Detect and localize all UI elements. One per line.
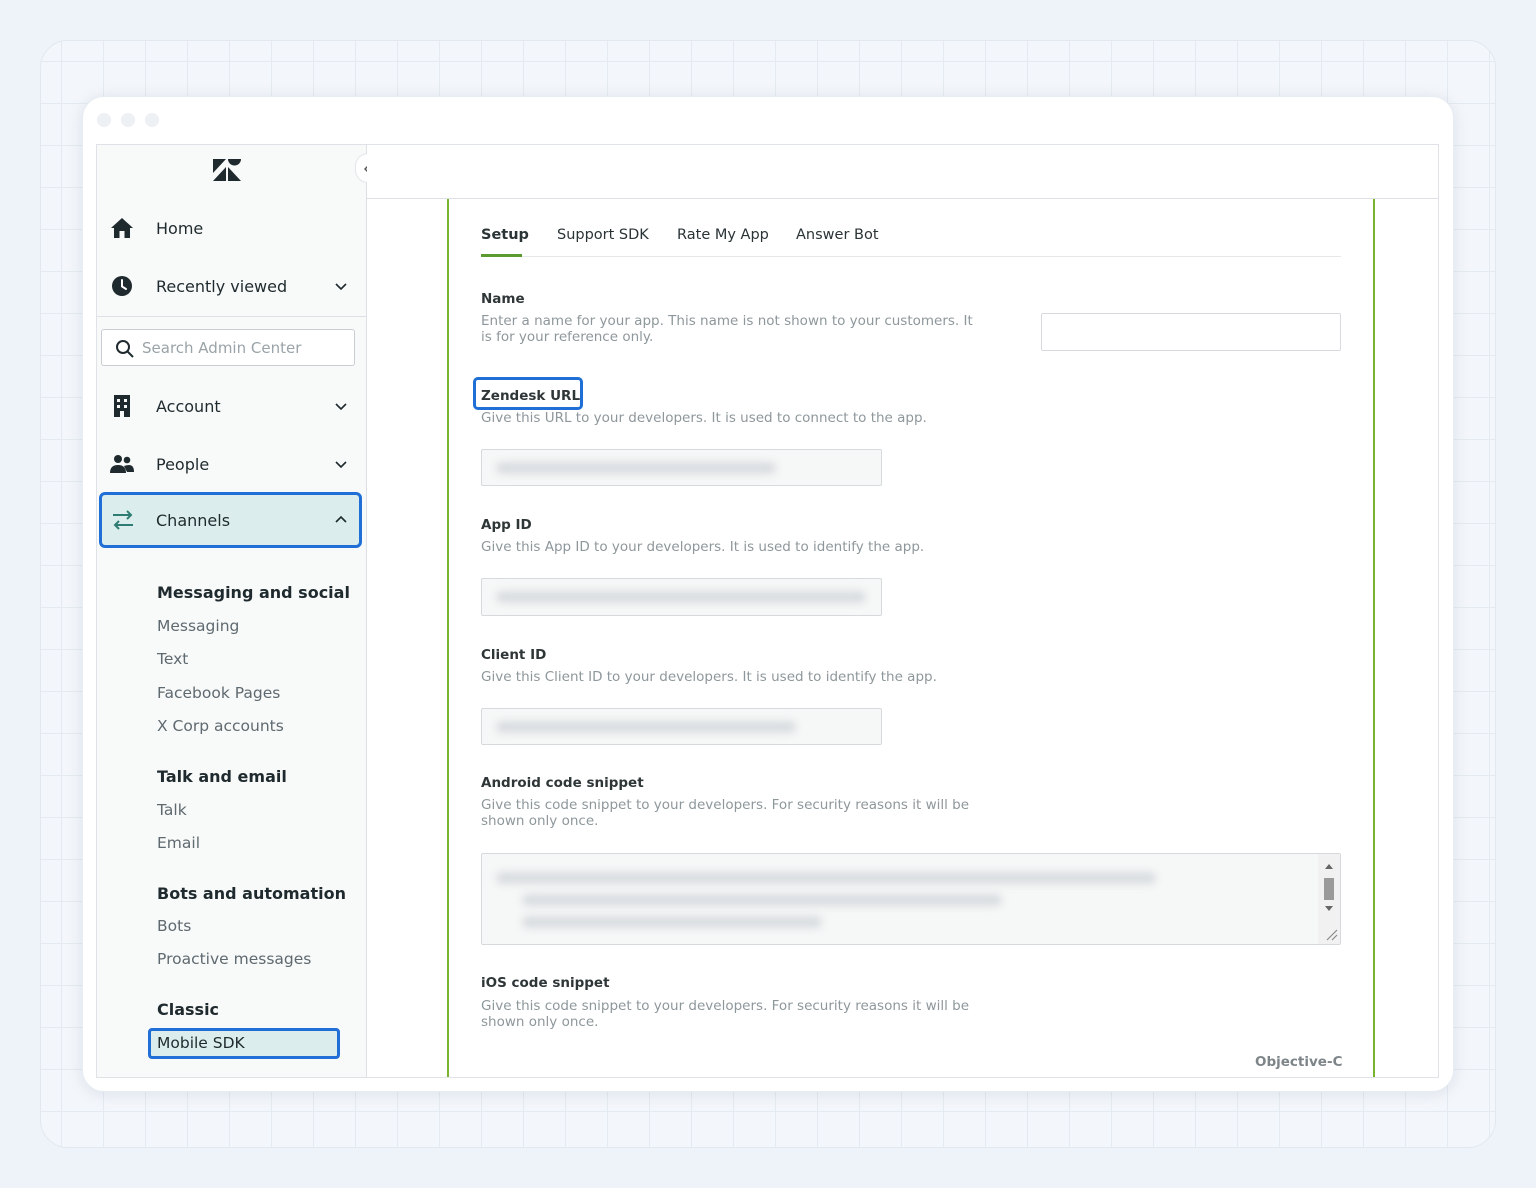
redacted-value (522, 916, 822, 928)
mobile-sdk-settings-panel: Setup Support SDK Rate My App Answer Bot… (447, 199, 1375, 1077)
scrollbar-arrows-icon (1324, 864, 1338, 941)
sidebar-item-label: People (156, 454, 210, 474)
tab-answer-bot[interactable]: Answer Bot (796, 227, 879, 243)
submenu-item-talk[interactable]: Talk (157, 801, 187, 819)
redacted-value (496, 721, 796, 733)
sidebar-item-label: Home (156, 218, 204, 238)
textarea-scrollbar[interactable] (1318, 854, 1340, 944)
submenu-item-proactive-messages[interactable]: Proactive messages (157, 950, 311, 968)
app-id-help-text: Give this App ID to your developers. It … (481, 539, 925, 555)
chevron-down-icon (335, 461, 347, 469)
window-maximize-dot[interactable] (145, 113, 159, 127)
sidebar-item-label: Recently viewed (156, 276, 288, 296)
submenu-item-x-corp-accounts[interactable]: X Corp accounts (157, 717, 284, 735)
window-close-dot[interactable] (97, 113, 111, 127)
sidebar-item-label: Account (156, 396, 221, 416)
submenu-item-messaging[interactable]: Messaging (157, 617, 239, 635)
sidebar-item-people[interactable]: People (97, 435, 367, 493)
zendesk-logo-icon[interactable] (211, 157, 243, 183)
sidebar-item-home[interactable]: Home (97, 199, 367, 257)
tab-bar: Setup Support SDK Rate My App Answer Bot (481, 223, 1341, 257)
search-input[interactable] (142, 334, 347, 361)
search-box (101, 329, 355, 366)
app-id-label: App ID (481, 517, 532, 533)
active-tab-indicator (481, 254, 522, 257)
home-icon (111, 218, 133, 238)
sidebar-item-label: Channels (156, 510, 231, 530)
admin-center-app: Home Recently viewed Search Admin Center… (96, 144, 1439, 1078)
tab-setup[interactable]: Setup (481, 227, 529, 243)
ios-snippet-help-text: Give this code snippet to your developer… (481, 998, 970, 1030)
window-minimize-dot[interactable] (121, 113, 135, 127)
submenu-item-text[interactable]: Text (157, 650, 188, 668)
transfer-arrows-icon (113, 510, 133, 530)
sidebar: Home Recently viewed Search Admin Center… (97, 145, 367, 1077)
sidebar-item-recently-viewed[interactable]: Recently viewed (97, 257, 367, 315)
submenu-group-title: Messaging and social (157, 583, 350, 602)
people-icon (110, 455, 134, 473)
search-icon (116, 340, 134, 358)
client-id-label: Client ID (481, 647, 547, 663)
chevron-down-icon (335, 403, 347, 411)
name-input[interactable] (1041, 313, 1341, 351)
zendesk-url-label: Zendesk URL (481, 388, 581, 404)
submenu-group-title: Bots and automation (157, 884, 346, 903)
window-controls (97, 113, 159, 127)
chevron-up-icon (335, 515, 347, 523)
tab-support-sdk[interactable]: Support SDK (557, 227, 649, 243)
zendesk-url-help-text: Give this URL to your developers. It is … (481, 410, 927, 426)
submenu-item-email[interactable]: Email (157, 834, 200, 852)
client-id-field[interactable] (481, 708, 882, 745)
submenu-item-bots[interactable]: Bots (157, 917, 191, 935)
sidebar-item-channels[interactable]: Channels (99, 492, 362, 548)
tab-rate-my-app[interactable]: Rate My App (677, 227, 769, 243)
redacted-value (496, 872, 1156, 884)
submenu-group-title: Talk and email (157, 767, 287, 786)
client-id-help-text: Give this Client ID to your developers. … (481, 669, 937, 685)
app-id-field[interactable] (481, 578, 882, 616)
zendesk-url-field[interactable] (481, 449, 882, 486)
chevron-down-icon (335, 283, 347, 291)
submenu-group-title: Classic (157, 1000, 220, 1019)
ios-snippet-label: iOS code snippet (481, 975, 610, 991)
name-help-text: Enter a name for your app. This name is … (481, 313, 973, 345)
android-snippet-label: Android code snippet (481, 775, 644, 791)
name-label: Name (481, 291, 525, 307)
android-snippet-help-text: Give this code snippet to your developer… (481, 797, 970, 829)
submenu-item-mobile-sdk[interactable]: Mobile SDK (148, 1028, 340, 1059)
redacted-value (522, 894, 1002, 906)
android-snippet-textarea[interactable] (481, 853, 1341, 945)
submenu-item-facebook-pages[interactable]: Facebook Pages (157, 684, 280, 702)
sidebar-item-account[interactable]: Account (97, 377, 367, 435)
building-icon (114, 395, 130, 417)
clock-icon (112, 276, 132, 296)
sidebar-divider (97, 316, 367, 317)
ios-language-tab[interactable]: Objective-C (1255, 1054, 1342, 1070)
redacted-value (496, 462, 776, 474)
top-bar (367, 145, 1438, 199)
redacted-value (496, 591, 866, 603)
